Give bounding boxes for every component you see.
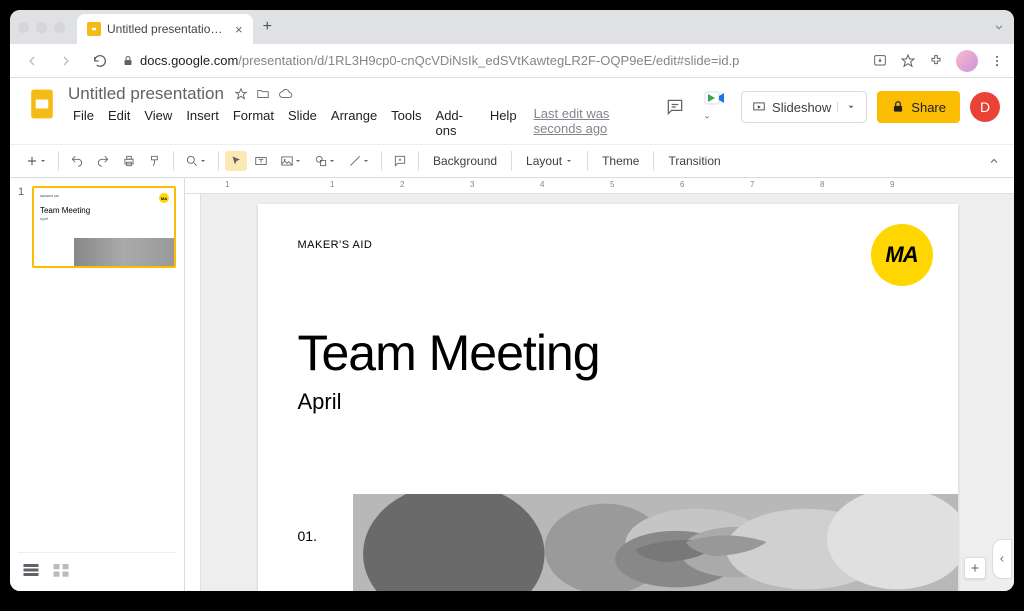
browser-window: Untitled presentation - Google × + docs.…: [10, 10, 1014, 591]
vertical-ruler[interactable]: [185, 194, 201, 591]
move-icon[interactable]: [256, 87, 270, 101]
app-header: Untitled presentation File Edit View Ins…: [10, 78, 1014, 140]
share-button[interactable]: Share: [877, 91, 960, 123]
transition-button[interactable]: Transition: [660, 150, 728, 172]
browser-menu-icon[interactable]: [990, 54, 1004, 68]
speaker-notes-button[interactable]: [964, 557, 986, 579]
background-button[interactable]: Background: [425, 150, 505, 172]
slide-thumbnail[interactable]: MAKER'S AID MA Team Meeting April: [32, 186, 176, 268]
slide-panel: 1 MAKER'S AID MA Team Meeting April: [10, 178, 185, 591]
collapse-toolbar-icon[interactable]: [984, 151, 1004, 171]
menu-tools[interactable]: Tools: [386, 106, 426, 140]
grid-view-icon[interactable]: [52, 561, 70, 575]
zoom-button[interactable]: [180, 150, 212, 172]
lock-icon: [122, 55, 134, 67]
theme-button[interactable]: Theme: [594, 150, 647, 172]
browser-toolbar: docs.google.com/presentation/d/1RL3H9cp0…: [10, 44, 1014, 78]
layout-button[interactable]: Layout: [518, 150, 581, 172]
menu-help[interactable]: Help: [485, 106, 522, 140]
explore-button[interactable]: [992, 539, 1012, 579]
slide-page-number[interactable]: 01.: [298, 528, 317, 544]
menu-edit[interactable]: Edit: [103, 106, 135, 140]
slideshow-label: Slideshow: [772, 100, 831, 115]
slideshow-button[interactable]: Slideshow: [741, 91, 867, 123]
slide-brand-text[interactable]: MAKER'S AID: [298, 239, 373, 251]
comment-tool[interactable]: [388, 150, 412, 172]
reload-button[interactable]: [88, 49, 112, 73]
line-tool[interactable]: [343, 150, 375, 172]
menu-view[interactable]: View: [139, 106, 177, 140]
canvas-area: 1 1 2 3 4 5 6 7 8 9 MAKER'S AID MA Team …: [185, 178, 1014, 591]
profile-avatar[interactable]: [956, 50, 978, 72]
document-title[interactable]: Untitled presentation: [68, 84, 224, 104]
browser-actions: [872, 50, 1004, 72]
slide-title[interactable]: Team Meeting: [298, 324, 600, 382]
slide-logo-icon[interactable]: MA: [871, 224, 933, 286]
menu-addons[interactable]: Add-ons: [431, 106, 481, 140]
menu-format[interactable]: Format: [228, 106, 279, 140]
browser-tab[interactable]: Untitled presentation - Google ×: [77, 14, 253, 44]
address-bar[interactable]: docs.google.com/presentation/d/1RL3H9cp0…: [122, 53, 862, 68]
menu-arrange[interactable]: Arrange: [326, 106, 382, 140]
slide[interactable]: MAKER'S AID MA Team Meeting April 01.: [258, 204, 958, 591]
new-tab-button[interactable]: +: [263, 18, 272, 36]
shape-tool[interactable]: [309, 150, 341, 172]
user-avatar[interactable]: D: [970, 92, 1000, 122]
url-text: docs.google.com/presentation/d/1RL3H9cp0…: [140, 53, 739, 68]
horizontal-ruler[interactable]: 1 1 2 3 4 5 6 7 8 9: [185, 178, 1014, 194]
browser-tab-strip: Untitled presentation - Google × +: [10, 10, 1014, 44]
slides-favicon-icon: [87, 22, 101, 36]
star-icon[interactable]: [234, 87, 248, 101]
toolbar: Background Layout Theme Transition: [10, 144, 1014, 178]
panel-footer: [18, 552, 176, 583]
cloud-status-icon[interactable]: [278, 87, 294, 101]
extensions-icon[interactable]: [928, 53, 944, 69]
menu-bar: File Edit View Insert Format Slide Arran…: [68, 106, 661, 140]
menu-file[interactable]: File: [68, 106, 99, 140]
print-button[interactable]: [117, 150, 141, 172]
undo-button[interactable]: [65, 150, 89, 172]
window-controls[interactable]: [18, 22, 65, 33]
select-tool[interactable]: [225, 151, 247, 171]
menu-slide[interactable]: Slide: [283, 106, 322, 140]
share-label: Share: [911, 100, 946, 115]
paint-format-button[interactable]: [143, 150, 167, 172]
forward-button[interactable]: [54, 49, 78, 73]
close-tab-icon[interactable]: ×: [235, 22, 243, 37]
close-window-icon[interactable]: [18, 22, 29, 33]
slide-subtitle[interactable]: April: [298, 389, 342, 415]
thumb-image: [74, 238, 174, 266]
canvas-content[interactable]: MAKER'S AID MA Team Meeting April 01.: [201, 194, 1014, 591]
install-app-icon[interactable]: [872, 53, 888, 69]
textbox-tool[interactable]: [249, 150, 273, 172]
thumbnail-number: 1: [18, 186, 28, 268]
tab-title: Untitled presentation - Google: [107, 22, 227, 36]
new-slide-button[interactable]: [20, 150, 52, 172]
last-edit-link[interactable]: Last edit was seconds ago: [534, 106, 661, 140]
slideshow-dropdown-icon[interactable]: [837, 102, 856, 112]
main-area: 1 MAKER'S AID MA Team Meeting April: [10, 178, 1014, 591]
minimize-window-icon[interactable]: [36, 22, 47, 33]
redo-button[interactable]: [91, 150, 115, 172]
slide-image[interactable]: [353, 494, 958, 591]
thumb-logo-icon: MA: [159, 193, 169, 203]
meet-icon[interactable]: [699, 84, 731, 130]
image-tool[interactable]: [275, 150, 307, 172]
menu-insert[interactable]: Insert: [181, 106, 224, 140]
back-button[interactable]: [20, 49, 44, 73]
bookmark-icon[interactable]: [900, 53, 916, 69]
title-area: Untitled presentation File Edit View Ins…: [68, 84, 661, 140]
maximize-window-icon[interactable]: [54, 22, 65, 33]
tab-overflow-icon[interactable]: [992, 20, 1006, 34]
comments-icon[interactable]: [661, 93, 689, 121]
header-actions: Slideshow Share D: [661, 84, 1000, 130]
slides-logo-icon[interactable]: [24, 86, 60, 122]
filmstrip-view-icon[interactable]: [22, 561, 40, 575]
